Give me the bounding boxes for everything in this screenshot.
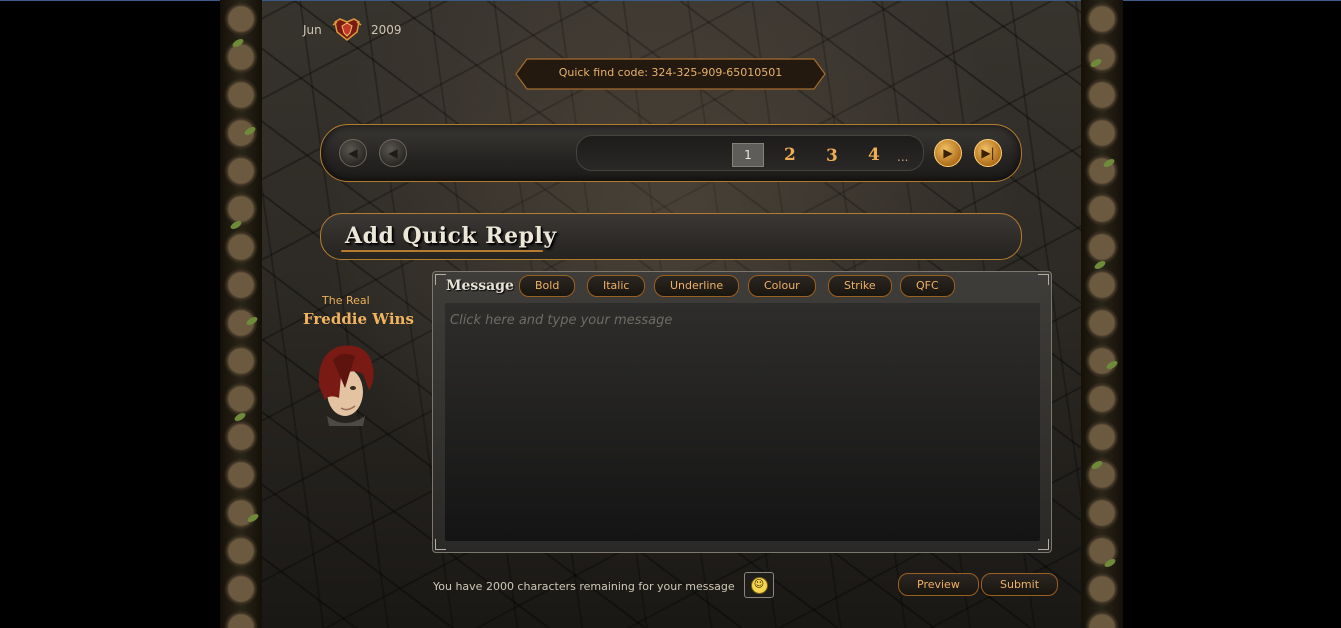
underline-button[interactable]: Underline bbox=[654, 275, 740, 297]
corner-ornament bbox=[1038, 539, 1049, 550]
page-link-1[interactable]: 1 bbox=[732, 143, 764, 167]
bold-button[interactable]: Bold bbox=[519, 275, 576, 297]
colour-button[interactable]: Colour bbox=[748, 275, 816, 297]
first-page-icon: ◀ bbox=[348, 146, 358, 160]
page-link-3[interactable]: 3 bbox=[826, 146, 838, 166]
title-underline bbox=[341, 250, 543, 252]
quick-reply-header: Add Quick Reply bbox=[320, 213, 1022, 260]
qfc-button[interactable]: QFC bbox=[900, 275, 955, 297]
message-textarea[interactable]: Click here and type your message bbox=[445, 303, 1040, 541]
right-vine-border bbox=[1081, 0, 1123, 628]
page-ellipsis: ... bbox=[897, 150, 909, 164]
previous-page-icon: ◀ bbox=[388, 146, 398, 160]
smiley-icon: ☺ bbox=[750, 576, 768, 594]
left-vine-border bbox=[220, 0, 262, 628]
avatar bbox=[318, 345, 374, 426]
crest-icon bbox=[332, 18, 362, 41]
author-name[interactable]: Freddie Wins bbox=[303, 310, 414, 328]
first-page-button[interactable]: ◀ bbox=[339, 139, 367, 167]
quick-reply-title: Add Quick Reply bbox=[345, 223, 557, 249]
page-link-2[interactable]: 2 bbox=[784, 145, 796, 165]
next-page-icon: ▶ bbox=[943, 146, 953, 160]
message-editor: Message Bold Italic Underline Colour Str… bbox=[432, 271, 1052, 553]
last-page-icon: ▶| bbox=[981, 146, 995, 160]
last-page-button[interactable]: ▶| bbox=[974, 139, 1002, 167]
pagination-bar: ◀ ◀ ▶ ▶| bbox=[320, 124, 1022, 182]
corner-ornament bbox=[435, 539, 446, 550]
corner-ornament bbox=[435, 274, 446, 285]
characters-remaining: You have 2000 characters remaining for y… bbox=[433, 580, 735, 593]
message-label: Message bbox=[446, 278, 514, 294]
page-link-4[interactable]: 4 bbox=[868, 145, 880, 165]
italic-button[interactable]: Italic bbox=[587, 275, 646, 297]
preview-button[interactable]: Preview bbox=[898, 573, 979, 596]
next-page-button[interactable]: ▶ bbox=[934, 139, 962, 167]
strike-button[interactable]: Strike bbox=[828, 275, 892, 297]
emoticon-button[interactable]: ☺ bbox=[744, 572, 774, 598]
message-placeholder: Click here and type your message bbox=[450, 313, 673, 328]
corner-ornament bbox=[1038, 274, 1049, 285]
quick-find-code: Quick find code: 324-325-909-65010501 bbox=[558, 66, 783, 79]
author-prefix: The Real bbox=[322, 294, 370, 307]
submit-button[interactable]: Submit bbox=[981, 573, 1059, 596]
date-month: Jun bbox=[303, 23, 322, 37]
date-year: 2009 bbox=[371, 23, 402, 37]
previous-page-button[interactable]: ◀ bbox=[379, 139, 407, 167]
